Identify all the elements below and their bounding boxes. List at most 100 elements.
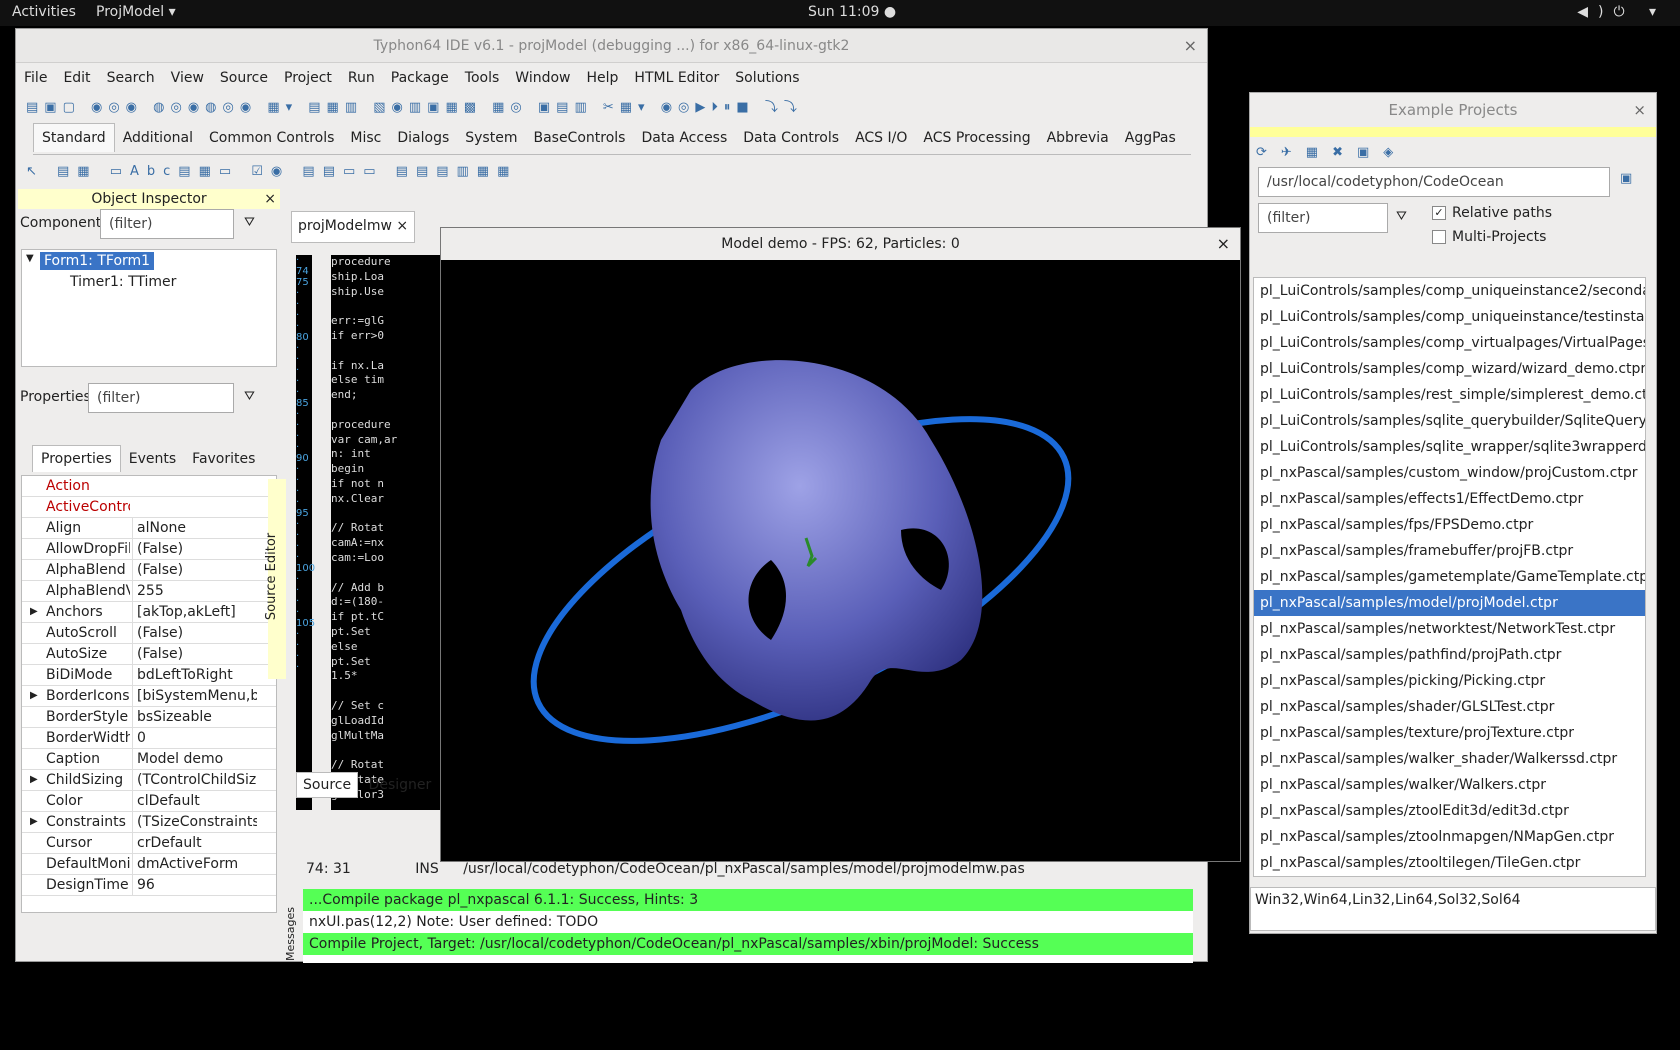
folder-icon[interactable]: ▣ [1620,171,1632,186]
clock[interactable]: Sun 11:09 ● [808,4,896,20]
property-row[interactable]: AutoScroll (False) [22,623,276,644]
property-row[interactable]: BiDiMode bdLeftToRight [22,665,276,686]
tab-designer[interactable]: Designer [363,773,438,797]
close-icon[interactable]: × [1633,93,1646,127]
palette-tab[interactable]: Standard [33,123,115,152]
menu-help[interactable]: Help [587,70,619,86]
filter-icon[interactable]: ⛛ [244,215,255,230]
example-item[interactable]: pl_LuiControls/samples/rest_simple/simpl… [1254,382,1645,408]
example-item[interactable]: pl_nxPascal/samples/walker/Walkers.ctpr [1254,772,1645,798]
property-row[interactable]: AlphaBlend (False) [22,560,276,581]
property-value[interactable]: Model demo [132,749,257,769]
components-filter[interactable]: (filter) [100,209,234,239]
model-render[interactable] [441,260,1242,860]
property-row[interactable]: Align alNone [22,518,276,539]
property-value[interactable]: 255 [132,581,257,601]
example-item[interactable]: pl_LuiControls/samples/sqlite_wrapper/sq… [1254,434,1645,460]
property-value[interactable]: (TSizeConstraints) [132,812,257,832]
example-item[interactable]: pl_nxPascal/samples/networktest/NetworkT… [1254,616,1645,642]
example-item[interactable]: pl_nxPascal/samples/custom_window/projCu… [1254,460,1645,486]
palette-tab[interactable]: Data Access [633,124,735,152]
property-value[interactable]: crDefault [132,833,257,853]
editor-tab[interactable]: projModelmw × [291,211,416,243]
expand-icon[interactable]: ▼ [26,253,34,264]
message-line[interactable]: nxUI.pas(12,2) Note: User defined: TODO [303,911,1193,933]
message-line[interactable]: Compile Project, Target: /usr/local/code… [303,933,1193,955]
property-value[interactable]: 0 [132,728,257,748]
palette-tab[interactable]: Abbrevia [1039,124,1117,152]
example-item[interactable]: pl_nxPascal/samples/model/projModel.ctpr [1254,590,1645,616]
property-row[interactable]: ▶ ChildSizing (TControlChildSizin [22,770,276,791]
filter-icon[interactable]: ⛛ [1396,209,1407,224]
example-item[interactable]: pl_nxPascal/samples/shader/GLSLTest.ctpr [1254,694,1645,720]
example-item[interactable]: pl_nxPascal/samples/effects1/EffectDemo.… [1254,486,1645,512]
example-item[interactable]: pl_nxPascal/samples/pathfind/projPath.ct… [1254,642,1645,668]
expand-icon[interactable]: ▶ [30,770,38,790]
palette-tab[interactable]: Data Controls [735,124,847,152]
property-row[interactable]: AlphaBlendVa255 [22,581,276,602]
property-value[interactable]: [akTop,akLeft] [132,602,257,622]
palette-tab[interactable]: BaseControls [525,124,633,152]
example-item[interactable]: pl_nxPascal/samples/framebuffer/projFB.c… [1254,538,1645,564]
property-value[interactable]: (TControlChildSizin [132,770,257,790]
property-value[interactable]: 96 [132,875,257,895]
example-item[interactable]: pl_LuiControls/samples/comp_uniqueinstan… [1254,278,1645,304]
properties-filter[interactable]: (filter) [88,383,234,413]
component-tree[interactable]: ▼ Form1: TForm1 Timer1: TTimer [21,249,277,367]
property-value[interactable]: bdLeftToRight [132,665,257,685]
tab-events[interactable]: Events [121,446,184,472]
property-value[interactable]: (False) [132,623,257,643]
source-editor-vtab[interactable]: Source Editor [264,479,286,679]
property-value[interactable]: (False) [132,560,257,580]
example-item[interactable]: pl_nxPascal/samples/ztooltilegen/TileGen… [1254,850,1645,876]
property-value[interactable]: dmActiveForm [132,854,257,874]
palette-tab[interactable]: ACS Processing [915,124,1038,152]
menu-edit[interactable]: Edit [63,70,90,86]
property-value[interactable]: alNone [132,518,257,538]
property-value[interactable]: (False) [132,539,257,559]
property-row[interactable]: DesignTimeP 96 [22,875,276,896]
app-menu[interactable]: ProjModel ▾ [96,4,176,20]
tab-properties[interactable]: Properties [32,445,121,472]
property-row[interactable]: ActiveContro [22,497,276,518]
palette-tab[interactable]: Common Controls [201,124,342,152]
menu-view[interactable]: View [171,70,204,86]
close-icon[interactable]: × [1184,29,1197,63]
menu-project[interactable]: Project [284,70,332,86]
close-icon[interactable]: × [396,218,408,234]
volume-icon[interactable]: ◀) [1577,4,1613,20]
example-item[interactable]: pl_nxPascal/samples/picking/Picking.ctpr [1254,668,1645,694]
property-row[interactable]: Caption Model demo [22,749,276,770]
menu-window[interactable]: Window [515,70,570,86]
palette-tab[interactable]: System [457,124,525,152]
close-icon[interactable]: × [1217,228,1230,260]
menu-html-editor[interactable]: HTML Editor [634,70,719,86]
property-value[interactable]: bsSizeable [132,707,257,727]
tree-node-form1[interactable]: Form1: TForm1 [40,252,155,270]
tab-favorites[interactable]: Favorites [184,446,263,472]
menu-package[interactable]: Package [391,70,449,86]
property-row[interactable]: BorderWidth 0 [22,728,276,749]
multi-projects-checkbox[interactable]: Multi-Projects [1432,229,1546,245]
property-row[interactable]: AutoSize (False) [22,644,276,665]
example-item[interactable]: pl_nxPascal/samples/ztoolnmapgen/NMapGen… [1254,824,1645,850]
messages-vtab[interactable]: Messages [284,891,300,961]
property-row[interactable]: BorderStyle bsSizeable [22,707,276,728]
property-row[interactable]: Color clDefault [22,791,276,812]
example-toolbar[interactable]: ⟳✈▦✖▣◈ [1256,145,1407,160]
filter-icon[interactable]: ⛛ [244,389,255,404]
code-view[interactable]: procedure ship.Loa ship.Use err:=glG if … [331,255,451,810]
property-row[interactable]: ▶ Anchors [akTop,akLeft] [22,602,276,623]
menu-source[interactable]: Source [220,70,268,86]
example-list[interactable]: pl_LuiControls/samples/comp_uniqueinstan… [1253,277,1646,877]
palette-tab[interactable]: Misc [342,124,389,152]
property-row[interactable]: DefaultMonit dmActiveForm [22,854,276,875]
main-toolbar[interactable]: ▤▣▢ ◉◎◉ ◍◎◉◍◎◉ ▦▾ ▤▦▥ ▧◉▥▣▦▩ ▦◎ ▣▤▥ ✂▦▾ … [26,95,1206,121]
property-row[interactable]: ▶ Constraints (TSizeConstraints) [22,812,276,833]
example-item[interactable]: pl_LuiControls/samples/comp_virtualpages… [1254,330,1645,356]
example-filter[interactable]: (filter) [1258,203,1388,233]
property-value[interactable]: [biSystemMenu,biM [132,686,257,706]
property-row[interactable]: Action [22,476,276,497]
property-row[interactable]: Cursor crDefault [22,833,276,854]
component-palette[interactable]: ↖ ▤▦ ▭Abc▤▦▭ ☑◉ ▤▤▭▭ ▤▤▤▥▦▦ [26,159,626,185]
